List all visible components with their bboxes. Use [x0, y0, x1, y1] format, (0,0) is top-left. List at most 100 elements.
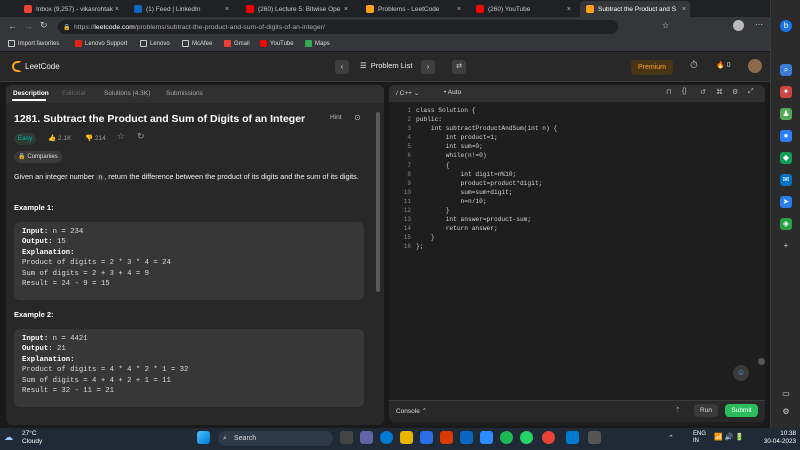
favorite-star-icon[interactable]: ☆	[117, 131, 125, 142]
code-line[interactable]: int digit=n%10;	[416, 170, 557, 179]
shortcuts-icon[interactable]: ⌘	[716, 88, 723, 96]
forward-icon[interactable]: →	[24, 21, 33, 31]
more-menu-icon[interactable]: ⋯	[755, 20, 763, 29]
spotify-icon[interactable]	[500, 431, 513, 444]
settings-icon[interactable]: ⚙	[780, 406, 792, 418]
shuffle-icon[interactable]: ⇄	[452, 60, 466, 74]
browser-tab[interactable]: Inbox (9,257) - vikasrohtak ×	[18, 1, 123, 17]
run-button[interactable]: Run	[694, 404, 718, 417]
code-line[interactable]: };	[416, 242, 557, 251]
tab-description[interactable]: Description	[13, 90, 49, 97]
dislike-button[interactable]: 👎 214	[85, 134, 106, 142]
edge-taskbar-icon[interactable]	[380, 431, 393, 444]
code-line[interactable]: public:	[416, 115, 557, 124]
file-explorer-icon[interactable]	[400, 431, 413, 444]
language-indicator[interactable]: ENG IN	[693, 431, 706, 445]
companies-button[interactable]: 🔒 Companies	[14, 151, 62, 163]
tools-icon[interactable]: ♟	[780, 108, 792, 120]
back-icon[interactable]: ←	[8, 21, 17, 31]
code-line[interactable]: sum=sum+digit;	[416, 188, 557, 197]
submit-button[interactable]: Submit	[725, 404, 758, 417]
reset-icon[interactable]: ↺	[700, 88, 706, 96]
network-volume-battery-icons[interactable]: 📶 🔊 🔋	[714, 433, 744, 441]
maps-sidebar-icon[interactable]: ◈	[780, 218, 792, 230]
lenovo-vantage-icon[interactable]	[460, 431, 473, 444]
close-tab-icon[interactable]: ×	[344, 6, 348, 13]
bing-chat-icon[interactable]: b	[780, 20, 792, 32]
timer-icon[interactable]: ⏱	[690, 60, 698, 71]
close-tab-icon[interactable]: ×	[115, 6, 119, 13]
code-line[interactable]: return answer;	[416, 224, 557, 233]
browser-tab[interactable]: (260) Lecture 5: Bitwise Ope ×	[240, 1, 352, 17]
user-avatar[interactable]	[748, 59, 762, 73]
telegram-icon[interactable]: ➤	[780, 196, 792, 208]
share-icon[interactable]: ↻	[137, 131, 145, 142]
fav-lenovo[interactable]: Lenovo	[140, 40, 170, 47]
hint-button[interactable]: Hint	[330, 114, 342, 121]
store-icon[interactable]	[420, 431, 433, 444]
sidebar-layout-icon[interactable]: ▭	[780, 388, 792, 400]
office-icon[interactable]: ●	[780, 130, 792, 142]
shopping-icon[interactable]: ✦	[780, 86, 792, 98]
browser-tab[interactable]: (1) Feed | LinkedIn ×	[128, 1, 233, 17]
options-icon[interactable]: ⊙	[354, 113, 361, 122]
description-scrollbar[interactable]	[376, 112, 380, 292]
whatsapp-icon[interactable]	[520, 431, 533, 444]
browser-tab[interactable]: (260) YouTube ×	[470, 1, 575, 17]
zoom-icon[interactable]	[480, 431, 493, 444]
tab-submissions[interactable]: Submissions	[166, 90, 203, 97]
language-select[interactable]: / C++ ⌄	[396, 89, 419, 97]
code-line[interactable]: n=n/10;	[416, 197, 557, 206]
code-line[interactable]: int sum=0;	[416, 142, 557, 151]
browser-tab[interactable]: Problems - LeetCode ×	[360, 1, 465, 17]
next-problem-button[interactable]: ›	[421, 60, 435, 74]
code-line[interactable]: {	[416, 161, 557, 170]
url-field[interactable]: 🔒 https://leetcode.com/problems/subtract…	[58, 20, 618, 34]
browser-tab[interactable]: Subtract the Product and S ×	[580, 1, 690, 17]
code-line[interactable]: while(n!=0)	[416, 151, 557, 160]
code-line[interactable]: int answer=product-sum;	[416, 215, 557, 224]
office-taskbar-icon[interactable]	[440, 431, 453, 444]
fav-gmail[interactable]: Gmail	[224, 40, 250, 47]
close-tab-icon[interactable]: ×	[225, 6, 229, 13]
problem-list-button[interactable]: ☰ Problem List	[360, 61, 412, 70]
tray-chevron-icon[interactable]: ⌃	[668, 434, 674, 442]
upload-icon[interactable]: ⇡	[675, 406, 681, 414]
close-tab-icon[interactable]: ×	[567, 6, 571, 13]
tab-editorial[interactable]: Editorial	[62, 90, 85, 97]
refresh-icon[interactable]: ↻	[40, 20, 48, 31]
vscode-icon[interactable]	[566, 431, 579, 444]
clock[interactable]: 10:38 30-04-2023	[756, 430, 796, 446]
fav-lenovo-support[interactable]: Lenovo Support	[75, 40, 127, 47]
search-icon[interactable]: ⌕	[780, 64, 792, 76]
code-line[interactable]: class Solution {	[416, 106, 557, 115]
code-line[interactable]: int product=1;	[416, 133, 557, 142]
teams-icon[interactable]	[360, 431, 373, 444]
tab-solutions[interactable]: Solutions (4.3K)	[104, 90, 150, 97]
coins-counter[interactable]: 🔥 0	[716, 61, 731, 69]
chrome-icon[interactable]	[542, 431, 555, 444]
code-area[interactable]: class Solution {public: int subtractProd…	[416, 106, 557, 252]
code-line[interactable]: }	[416, 206, 557, 215]
prev-problem-button[interactable]: ‹	[335, 60, 349, 74]
outlook-icon[interactable]: ✉	[780, 174, 792, 186]
close-tab-icon[interactable]: ×	[682, 6, 686, 13]
leetcode-logo[interactable]: LeetCode	[12, 61, 60, 72]
fullscreen-icon[interactable]: ⤢	[748, 88, 754, 96]
code-line[interactable]: product=product*digit;	[416, 179, 557, 188]
bookmark-icon[interactable]: ⊓	[666, 88, 671, 96]
fav-youtube[interactable]: YouTube	[260, 40, 294, 47]
fav-import[interactable]: Import favorites	[8, 40, 59, 47]
settings-icon[interactable]: ⚙	[732, 88, 738, 96]
games-icon[interactable]: ◆	[780, 152, 792, 164]
auto-mode[interactable]: • Auto	[444, 89, 461, 96]
fav-maps[interactable]: Maps	[305, 40, 330, 47]
code-line[interactable]: }	[416, 233, 557, 242]
task-view-icon[interactable]	[340, 431, 353, 444]
profile-avatar[interactable]	[733, 20, 744, 31]
like-button[interactable]: 👍 2.1K	[48, 134, 71, 142]
start-icon[interactable]	[197, 431, 210, 444]
chat-icon[interactable]: ☺	[733, 365, 749, 381]
taskbar-search[interactable]: ⌕ Search	[218, 431, 333, 446]
weather-widget[interactable]: 27°C Cloudy	[22, 430, 42, 446]
